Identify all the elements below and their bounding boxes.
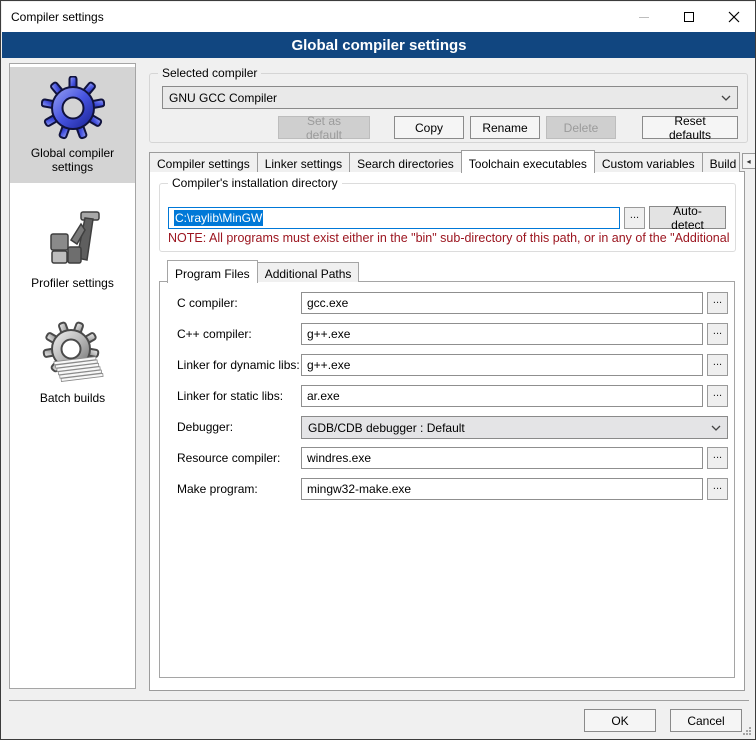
tab-build-options[interactable]: Build options (702, 152, 740, 172)
cpp-compiler-input[interactable]: g++.exe (301, 323, 703, 345)
resource-compiler-row: Resource compiler: windres.exe ... (160, 447, 734, 470)
settings-category-list: Global compiler settings Profiler settin… (9, 63, 136, 689)
minimize-icon (639, 17, 649, 18)
resource-compiler-value: windres.exe (307, 451, 371, 465)
tab-program-files[interactable]: Program Files (167, 260, 258, 283)
make-program-row: Make program: mingw32-make.exe ... (160, 478, 734, 501)
maximize-icon (684, 12, 694, 22)
ok-button[interactable]: OK (584, 709, 656, 732)
sidebar-item-profiler-settings[interactable]: Profiler settings (10, 197, 135, 298)
toolchain-executables-page: Compiler's installation directory C:\ray… (149, 171, 745, 691)
chevron-down-icon (711, 425, 721, 431)
installation-directory-browse-button[interactable]: ... (624, 207, 645, 229)
tab-scroll-arrows: ◂ ▸ (741, 153, 756, 169)
reset-defaults-button[interactable]: Reset defaults (642, 116, 738, 139)
titlebar: Compiler settings (2, 2, 756, 32)
page-title: Global compiler settings (2, 32, 756, 58)
window-title: Compiler settings (2, 10, 621, 24)
cpp-compiler-browse-button[interactable]: ... (707, 323, 728, 345)
resize-grip[interactable] (741, 725, 752, 736)
installation-directory-input[interactable]: C:\raylib\MinGW (168, 207, 620, 229)
c-compiler-value: gcc.exe (307, 296, 348, 310)
static-linker-label: Linker for static libs: (177, 389, 283, 403)
debugger-label: Debugger: (177, 420, 233, 434)
copy-button[interactable]: Copy (394, 116, 464, 139)
close-button[interactable] (711, 2, 756, 32)
c-compiler-label: C compiler: (177, 296, 238, 310)
chevron-down-icon (721, 95, 731, 101)
make-program-browse-button[interactable]: ... (707, 478, 728, 500)
cpp-compiler-row: C++ compiler: g++.exe ... (160, 323, 734, 346)
program-files-page: C compiler: gcc.exe ... C++ compiler: g+… (159, 281, 735, 678)
c-compiler-input[interactable]: gcc.exe (301, 292, 703, 314)
program-files-tabs: Program Files Additional Paths (167, 259, 358, 282)
rename-button[interactable]: Rename (470, 116, 540, 139)
compiler-select[interactable]: GNU GCC Compiler (162, 86, 738, 109)
debugger-value: GDB/CDB debugger : Default (308, 421, 465, 435)
resource-compiler-label: Resource compiler: (177, 451, 280, 465)
dynamic-linker-label: Linker for dynamic libs: (177, 358, 300, 372)
tab-custom-variables[interactable]: Custom variables (594, 152, 703, 172)
dynamic-linker-row: Linker for dynamic libs: g++.exe ... (160, 354, 734, 377)
make-program-label: Make program: (177, 482, 258, 496)
installation-directory-group-label: Compiler's installation directory (168, 176, 342, 190)
tab-linker-settings[interactable]: Linker settings (257, 152, 350, 172)
selected-compiler-group-label: Selected compiler (158, 66, 261, 80)
dynamic-linker-browse-button[interactable]: ... (707, 354, 728, 376)
dynamic-linker-input[interactable]: g++.exe (301, 354, 703, 376)
sidebar-item-global-compiler-settings[interactable]: Global compiler settings (10, 67, 135, 183)
make-program-input[interactable]: mingw32-make.exe (301, 478, 703, 500)
auto-detect-button[interactable]: Auto-detect (649, 206, 726, 229)
delete-button: Delete (546, 116, 616, 139)
sidebar-item-label: Batch builds (14, 391, 131, 405)
gray-gear-stack-icon (41, 321, 105, 385)
static-linker-browse-button[interactable]: ... (707, 385, 728, 407)
tab-toolchain-executables[interactable]: Toolchain executables (461, 150, 595, 173)
compiler-actions-row: Set as default Copy Rename Delete Reset … (150, 116, 738, 139)
installation-directory-value: C:\raylib\MinGW (174, 210, 263, 226)
c-compiler-browse-button[interactable]: ... (707, 292, 728, 314)
compiler-select-value: GNU GCC Compiler (169, 91, 277, 105)
footer-divider (9, 700, 749, 701)
compiler-settings-dialog: Compiler settings Global compiler settin… (0, 0, 756, 740)
make-program-value: mingw32-make.exe (307, 482, 411, 496)
set-as-default-button: Set as default (278, 116, 370, 139)
cpp-compiler-label: C++ compiler: (177, 327, 252, 341)
caliper-icon (41, 206, 105, 270)
static-linker-row: Linker for static libs: ar.exe ... (160, 385, 734, 408)
settings-tabs: Compiler settings Linker settings Search… (149, 150, 756, 172)
static-linker-value: ar.exe (307, 389, 340, 403)
selected-compiler-group: Selected compiler GNU GCC Compiler Set a… (149, 73, 748, 143)
close-icon (728, 11, 740, 23)
debugger-row: Debugger: GDB/CDB debugger : Default (160, 416, 734, 439)
tab-additional-paths[interactable]: Additional Paths (257, 262, 360, 282)
maximize-button[interactable] (666, 2, 711, 32)
sidebar-item-label: Global compiler settings (14, 146, 131, 175)
resource-compiler-input[interactable]: windres.exe (301, 447, 703, 469)
sidebar-item-label: Profiler settings (14, 276, 131, 290)
tab-scroll-left-icon[interactable]: ◂ (742, 153, 756, 169)
static-linker-input[interactable]: ar.exe (301, 385, 703, 407)
resource-compiler-browse-button[interactable]: ... (707, 447, 728, 469)
c-compiler-row: C compiler: gcc.exe ... (160, 292, 734, 315)
sidebar-item-batch-builds[interactable]: Batch builds (10, 312, 135, 413)
dynamic-linker-value: g++.exe (307, 358, 350, 372)
installation-directory-note: NOTE: All programs must exist either in … (168, 231, 730, 245)
minimize-button (621, 2, 666, 32)
cpp-compiler-value: g++.exe (307, 327, 350, 341)
blue-gear-icon (41, 76, 105, 140)
cancel-button[interactable]: Cancel (670, 709, 742, 732)
tab-search-directories[interactable]: Search directories (349, 152, 462, 172)
debugger-select[interactable]: GDB/CDB debugger : Default (301, 416, 728, 439)
tab-compiler-settings[interactable]: Compiler settings (149, 152, 258, 172)
